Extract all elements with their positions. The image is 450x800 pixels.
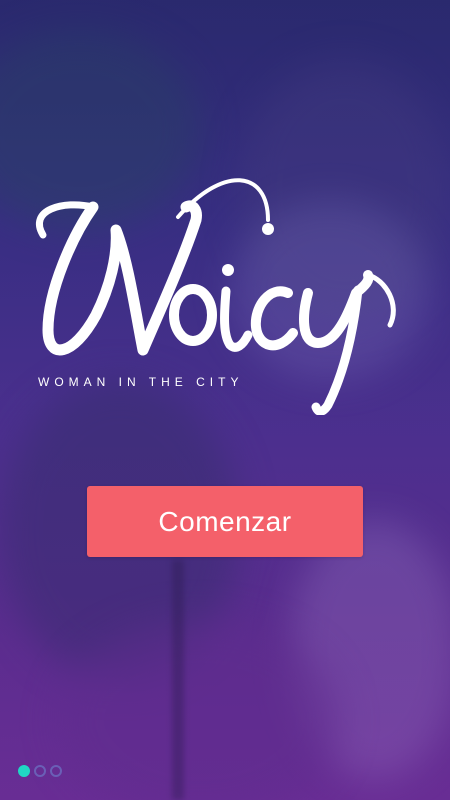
page-dot-2[interactable] <box>34 765 46 777</box>
page-dot-3[interactable] <box>50 765 62 777</box>
start-button[interactable]: Comenzar <box>87 486 363 557</box>
page-indicator <box>18 765 62 777</box>
page-dot-1[interactable] <box>18 765 30 777</box>
tagline: WOMAN IN THE CITY <box>38 375 244 389</box>
